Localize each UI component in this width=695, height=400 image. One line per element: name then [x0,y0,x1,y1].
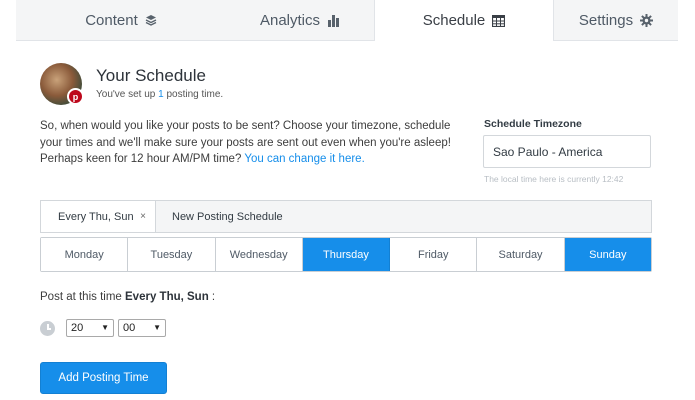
schedule-tabs: Every Thu, Sun × New Posting Schedule [40,200,652,233]
intro-text: So, when would you like your posts to be… [40,118,460,168]
tab-schedule-label: Schedule [422,12,486,29]
day-selector: Monday Tuesday Wednesday Thursday Friday… [40,237,652,272]
tab-schedule[interactable]: Schedule [374,0,554,41]
local-time-hint: The local time here is currently 12:42 [484,174,624,184]
day-tuesday[interactable]: Tuesday [128,238,216,271]
day-thursday[interactable]: Thursday [302,238,391,271]
main-tabs: Content Analytics Schedule Settings [16,0,678,41]
posting-times-summary: You've set up 1 posting time. [96,89,223,100]
timezone-label: Schedule Timezone [484,118,582,130]
minute-select[interactable]: 00 ▼ [118,319,166,337]
layers-icon [145,15,157,26]
tab-content[interactable]: Content [16,0,226,41]
summary-suffix: posting time. [163,89,224,100]
tab-analytics[interactable]: Analytics [226,0,374,41]
calendar-icon [492,14,506,27]
summary-prefix: You've set up [96,89,159,100]
change-time-format-link[interactable]: You can change it here. [244,153,364,165]
hour-select[interactable]: 20 ▼ [66,319,114,337]
bar-chart-icon [328,14,340,27]
intro-line-2: Perhaps keen for 12 hour AM/PM time? You… [40,151,460,168]
intro-line-1: So, when would you like your posts to be… [40,120,451,149]
new-schedule-tab[interactable]: New Posting Schedule [156,201,299,232]
schedule-tab-active[interactable]: Every Thu, Sun × [41,201,156,232]
pinterest-icon: p [67,88,84,105]
minute-value: 00 [123,322,136,334]
hour-value: 20 [71,322,84,334]
tab-content-label: Content [85,11,138,29]
post-at-label: Post at this time Every Thu, Sun : [40,291,215,303]
chevron-down-icon: ▼ [101,323,109,332]
day-wednesday[interactable]: Wednesday [215,238,303,271]
chevron-down-icon: ▼ [153,323,161,332]
gear-icon [640,13,654,27]
tab-analytics-label: Analytics [259,11,321,29]
clock-icon [40,321,55,336]
timezone-input[interactable]: Sao Paulo - America [483,135,651,168]
day-saturday[interactable]: Saturday [477,238,565,271]
day-sunday[interactable]: Sunday [564,238,651,271]
tab-settings-label: Settings [578,11,634,29]
post-at-days: Every Thu, Sun [125,291,209,303]
day-monday[interactable]: Monday [41,238,129,271]
intro-line-2-text: Perhaps keen for 12 hour AM/PM time? [40,153,245,165]
tab-settings[interactable]: Settings [554,0,678,41]
close-icon[interactable]: × [140,211,146,222]
page-title: Your Schedule [96,66,206,85]
add-posting-time-button[interactable]: Add Posting Time [40,362,167,394]
day-friday[interactable]: Friday [390,238,478,271]
post-at-suffix: : [208,291,216,303]
schedule-tab-label: Every Thu, Sun [58,210,134,223]
post-at-prefix: Post at this time [40,291,126,303]
